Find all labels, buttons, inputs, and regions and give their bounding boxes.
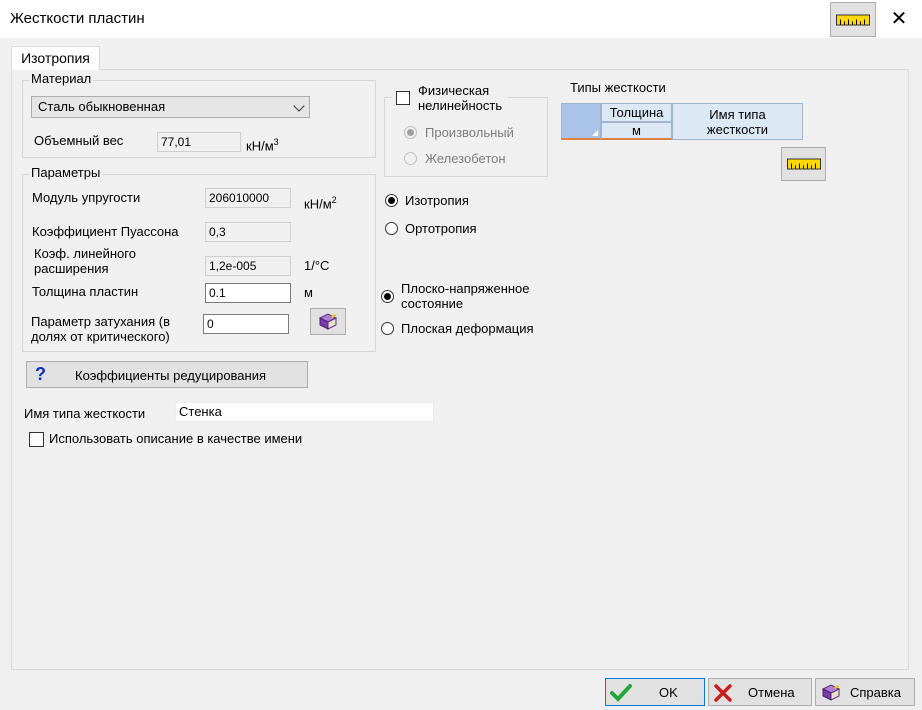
parameters-legend: Параметры	[29, 165, 103, 180]
cancel-label: Отмена	[748, 685, 795, 700]
question-icon: ?	[35, 364, 46, 384]
orthotropy-label: Ортотропия	[405, 221, 477, 236]
expansion-label-line1: Коэф. линейного	[34, 246, 136, 261]
book-icon	[821, 684, 841, 701]
ruler-icon	[786, 158, 821, 170]
cancel-button[interactable]: Отмена	[708, 678, 812, 706]
elastic-modulus-label: Модуль упругости	[32, 190, 141, 205]
damping-label: Параметр затухания (в долях от критическ…	[31, 314, 170, 344]
material-select[interactable]: Сталь обыкновенная	[31, 96, 310, 118]
column-unit-thickness[interactable]: м	[601, 122, 672, 140]
elastic-modulus-unit-exponent: 2	[331, 195, 337, 205]
volume-weight-unit-exponent: 3	[273, 137, 279, 147]
nonlinearity-checkbox[interactable]	[396, 91, 410, 105]
use-description-checkbox[interactable]	[29, 432, 44, 447]
plane-strain-label: Плоская деформация	[401, 321, 534, 336]
cancel-x-icon	[714, 684, 732, 702]
stiffness-name-field[interactable]: Стенка	[175, 402, 434, 422]
column-header-name-line2: жесткости	[706, 122, 769, 137]
column-header-name[interactable]: Имя типа жесткости	[672, 103, 803, 140]
poisson-field[interactable]: 0,3	[205, 222, 291, 242]
damping-field[interactable]: 0	[203, 314, 289, 334]
concrete-label: Железобетон	[425, 151, 506, 166]
expansion-unit: 1/°C	[304, 258, 330, 273]
volume-weight-label: Объемный вес	[34, 133, 124, 148]
arbitrary-radio[interactable]	[404, 126, 417, 139]
reduction-coefficients-button[interactable]: ? Коэффициенты редуцирования	[26, 361, 308, 388]
nonlinearity-label-line2: нелинейность	[418, 98, 503, 113]
tab-isotropy[interactable]: Изотропия	[11, 46, 100, 70]
column-header-thickness[interactable]: Толщина	[601, 103, 672, 122]
ok-label: OK	[659, 685, 678, 700]
window-title: Жесткости пластин	[10, 10, 145, 27]
nonlinearity-legend: Физическая нелинейность	[392, 83, 509, 113]
help-button[interactable]: Справка	[815, 678, 915, 706]
chevron-down-icon	[293, 100, 305, 112]
thickness-label: Толщина пластин	[32, 284, 139, 299]
stiffness-types-title: Типы жесткости	[570, 80, 666, 95]
plane-stress-label-line2: состояние	[401, 296, 464, 311]
plane-strain-radio[interactable]	[381, 322, 394, 335]
poisson-label: Коэффициент Пуассона	[32, 224, 179, 239]
orthotropy-radio[interactable]	[385, 222, 398, 235]
elastic-modulus-field[interactable]: 206010000	[205, 188, 291, 208]
expansion-label-line2: расширения	[34, 261, 109, 276]
close-icon[interactable]: ✕	[884, 6, 914, 32]
elastic-modulus-unit-text: кН/м	[304, 196, 332, 212]
damping-label-line1: Параметр затухания (в	[31, 314, 170, 329]
plane-stress-radio[interactable]	[381, 290, 394, 303]
corner-triangle-icon	[592, 130, 598, 136]
material-selected-value: Сталь обыкновенная	[38, 99, 166, 114]
thickness-unit: м	[304, 285, 313, 300]
material-legend: Материал	[29, 71, 94, 86]
damping-help-button[interactable]	[310, 308, 346, 335]
volume-weight-unit-text: кН/м	[246, 138, 274, 154]
grid-corner-cell[interactable]	[561, 103, 601, 140]
title-ruler-button[interactable]	[830, 2, 876, 37]
stiffness-ruler-button[interactable]	[781, 147, 826, 181]
reduction-coefficients-label: Коэффициенты редуцирования	[75, 368, 267, 383]
isotropy-radio[interactable]	[385, 194, 398, 207]
stiffness-name-label: Имя типа жесткости	[24, 406, 146, 421]
book-icon	[318, 313, 338, 330]
use-description-label: Использовать описание в качестве имени	[49, 431, 303, 446]
expansion-field[interactable]: 1,2e-005	[205, 256, 291, 276]
column-header-name-line1: Имя типа	[709, 107, 766, 122]
ok-button[interactable]: OK	[605, 678, 705, 706]
stiffness-types-grid: Толщина м Имя типа жесткости	[561, 103, 803, 140]
plane-stress-label-line1: Плоско-напряженное	[401, 281, 530, 296]
nonlinearity-label-line1: Физическая	[418, 83, 490, 98]
isotropy-label: Изотропия	[405, 193, 469, 208]
checkmark-icon	[610, 684, 632, 702]
thickness-field[interactable]: 0.1	[205, 283, 291, 303]
expansion-label: Коэф. линейного расширения	[34, 246, 136, 276]
volume-weight-field[interactable]: 77,01	[157, 132, 241, 152]
plane-stress-label: Плоско-напряженное состояние	[401, 281, 530, 311]
arbitrary-label: Произвольный	[425, 125, 514, 140]
concrete-radio[interactable]	[404, 152, 417, 165]
ruler-icon	[836, 14, 870, 25]
damping-label-line2: долях от критического)	[31, 329, 170, 344]
elastic-modulus-unit: кН/м2	[304, 195, 337, 211]
volume-weight-unit: кН/м3	[246, 137, 279, 153]
help-label: Справка	[850, 685, 901, 700]
